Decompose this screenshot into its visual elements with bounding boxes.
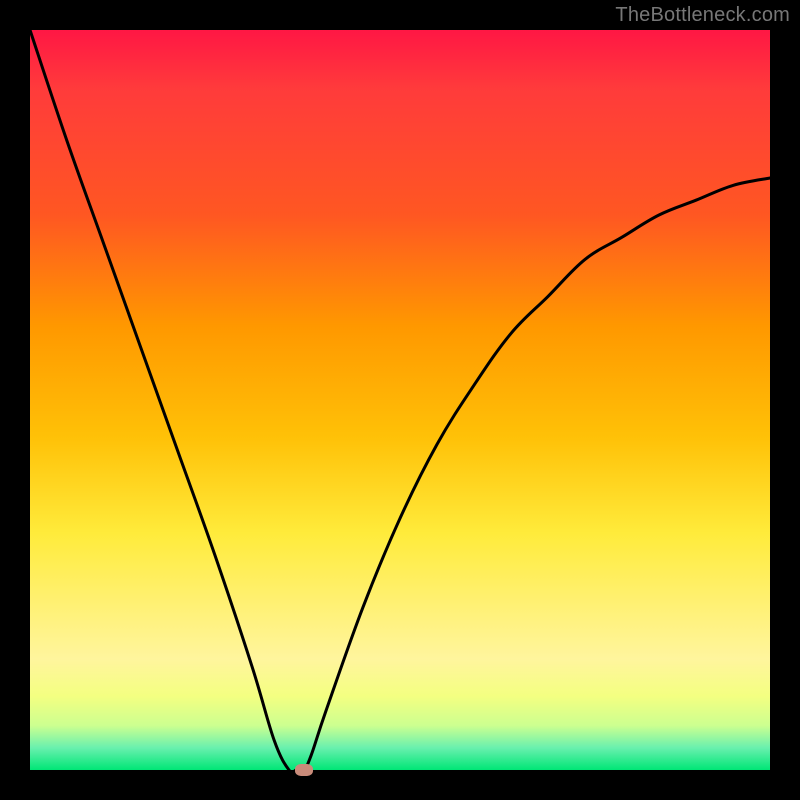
optimum-marker [295, 764, 313, 776]
watermark-text: TheBottleneck.com [615, 4, 790, 27]
bottleneck-curve [30, 30, 770, 770]
plot-area [30, 30, 770, 770]
chart-frame: TheBottleneck.com [0, 0, 800, 800]
